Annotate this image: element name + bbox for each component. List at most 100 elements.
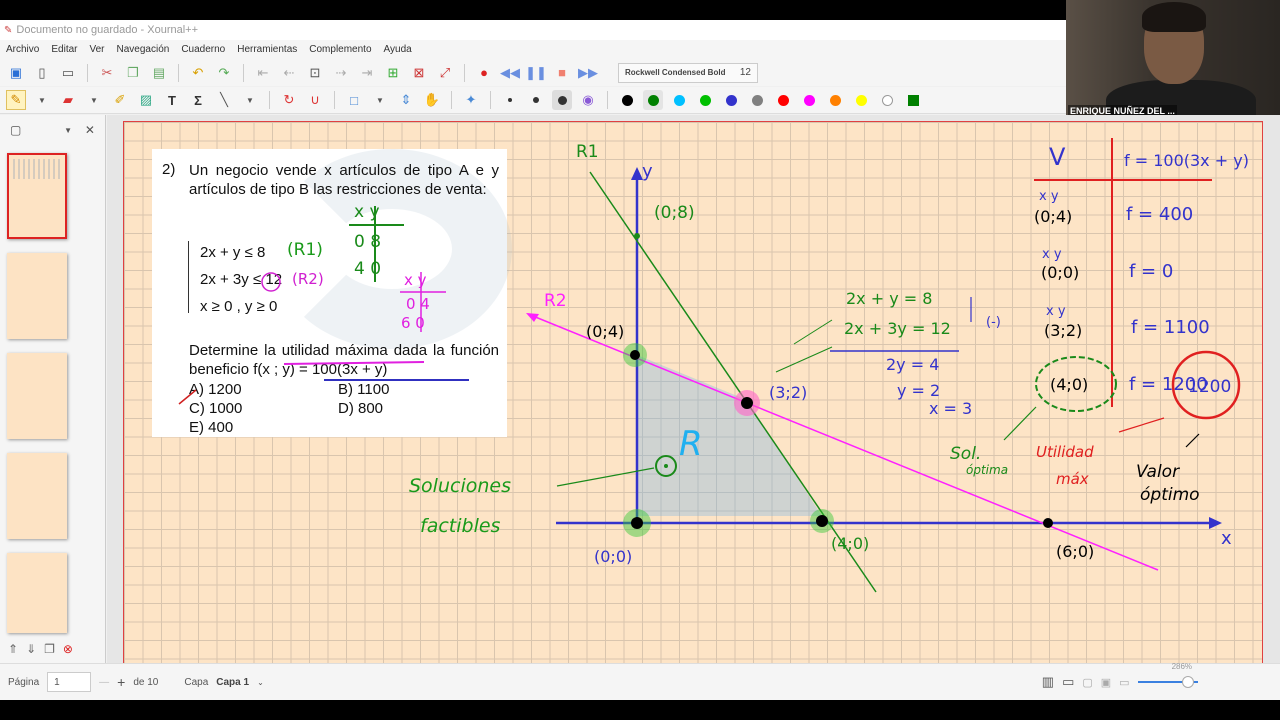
menu-complemento[interactable]: Complemento — [309, 44, 371, 55]
menu-herramientas[interactable]: Herramientas — [237, 44, 297, 55]
chevron-down-icon[interactable]: ▼ — [64, 126, 72, 135]
color-magenta[interactable] — [799, 90, 819, 110]
font-selector[interactable]: Rockwell Condensed Bold 12 — [618, 62, 758, 83]
status-bar: Página 1 — + de 10 Capa Capa 1 ⌄ ▥ ▭ ▢ ▣… — [0, 662, 1280, 700]
fullscreen-icon[interactable]: ⤢ — [435, 63, 455, 83]
copy-icon[interactable]: ❐ — [123, 63, 143, 83]
pause-icon[interactable]: ❚❚ — [525, 63, 547, 83]
add-page-icon[interactable]: ⊞ — [383, 63, 403, 83]
stop-icon[interactable]: ■ — [552, 63, 572, 83]
paste-icon[interactable]: ▤ — [149, 63, 169, 83]
page-thumbnail-1[interactable] — [7, 153, 67, 239]
page-increment-icon[interactable]: + — [117, 674, 125, 690]
presentation-icon[interactable]: ▭ — [1062, 674, 1074, 690]
cut-icon[interactable]: ✂ — [97, 63, 117, 83]
chevron-down-icon[interactable]: ▼ — [240, 90, 260, 110]
color-lightblue[interactable] — [669, 90, 689, 110]
rewind-icon[interactable]: ◀◀ — [500, 63, 520, 83]
equation-2: 2x + 3y = 12 — [844, 319, 951, 338]
first-page-icon[interactable]: ⇤ — [253, 63, 273, 83]
equation-op: (-) — [986, 315, 1001, 330]
zoom-slider-handle[interactable] — [1181, 676, 1194, 688]
move-page-down-icon[interactable]: ⇓ — [26, 642, 36, 656]
last-page-icon[interactable]: ⇥ — [357, 63, 377, 83]
medium-pen-icon[interactable] — [526, 90, 546, 110]
color-green[interactable] — [643, 90, 663, 110]
page-layout-icon[interactable]: ▣ — [1101, 676, 1111, 689]
redo-icon[interactable]: ↷ — [214, 63, 234, 83]
lock-icon[interactable]: ▢ — [1082, 676, 1092, 689]
layer-selector[interactable]: Capa 1 — [216, 677, 249, 688]
equation-4: y = 2 — [897, 381, 940, 400]
ruler-icon[interactable]: ╲ — [214, 90, 234, 110]
menu-cuaderno[interactable]: Cuaderno — [181, 44, 225, 55]
separator — [243, 63, 244, 82]
open-folder-icon[interactable]: ▭ — [58, 63, 78, 83]
fill-icon[interactable]: ◉ — [578, 90, 598, 110]
menu-archivo[interactable]: Archivo — [6, 44, 39, 55]
chevron-down-icon[interactable]: ▼ — [370, 90, 390, 110]
separator — [490, 91, 491, 109]
menu-ayuda[interactable]: Ayuda — [384, 44, 412, 55]
page-number-input[interactable]: 1 — [47, 672, 92, 692]
color-white[interactable] — [877, 90, 897, 110]
color-orange[interactable] — [825, 90, 845, 110]
goto-page-icon[interactable]: ⊡ — [305, 63, 325, 83]
undo-icon[interactable]: ↶ — [188, 63, 208, 83]
close-icon[interactable]: ✕ — [85, 123, 95, 137]
sidebar-layout-icon[interactable]: ▢ — [10, 123, 21, 137]
canvas-area[interactable]: 2) Un negocio vende x artículos de tipo … — [107, 115, 1280, 663]
equation-3: 2y = 4 — [886, 355, 939, 374]
text-tool-icon[interactable]: T — [162, 90, 182, 110]
eraser-icon[interactable]: ▰ — [58, 90, 78, 110]
color-lightgreen[interactable] — [695, 90, 715, 110]
menu-editar[interactable]: Editar — [51, 44, 77, 55]
color-custom[interactable] — [903, 90, 923, 110]
label-r2: R2 — [544, 291, 567, 311]
page-thumbnail-2[interactable] — [7, 253, 67, 339]
thick-pen-icon[interactable] — [552, 90, 572, 110]
pen-icon[interactable]: ✎ — [6, 90, 26, 110]
snap-icon[interactable]: ∪ — [305, 90, 325, 110]
shape-recognizer-icon[interactable]: ↻ — [279, 90, 299, 110]
vertical-space-icon[interactable]: ⇕ — [396, 90, 416, 110]
page-label: Página — [8, 676, 40, 688]
chevron-down-icon[interactable]: ▼ — [84, 90, 104, 110]
color-red[interactable] — [773, 90, 793, 110]
save-icon[interactable]: ▣ — [6, 63, 26, 83]
hand-icon[interactable]: ✋ — [422, 90, 442, 110]
chevron-down-icon[interactable]: ⌄ — [257, 678, 264, 687]
new-document-icon[interactable]: ▯ — [32, 63, 52, 83]
color-black[interactable] — [617, 90, 637, 110]
delete-page-icon[interactable]: ⊠ — [409, 63, 429, 83]
zoom-slider[interactable]: 286% — [1137, 662, 1198, 689]
color-yellow[interactable] — [851, 90, 871, 110]
color-blue[interactable] — [721, 90, 741, 110]
page-decrement-icon[interactable]: — — [99, 677, 109, 688]
color-gray[interactable] — [747, 90, 767, 110]
select-rect-icon[interactable]: □ — [344, 90, 364, 110]
page-thumbnail-4[interactable] — [7, 453, 67, 539]
menu-ver[interactable]: Ver — [89, 44, 104, 55]
dual-page-icon[interactable]: ▥ — [1042, 674, 1054, 690]
delete-page-icon[interactable]: ⊗ — [63, 642, 73, 656]
previous-page-icon[interactable]: ⇠ — [279, 63, 299, 83]
move-page-up-icon[interactable]: ⇑ — [8, 642, 18, 656]
latex-icon[interactable]: Σ — [188, 90, 208, 110]
zoom-fit-icon[interactable]: ▭ — [1119, 676, 1129, 689]
page-thumbnail-3[interactable] — [7, 353, 67, 439]
highlighter-icon[interactable]: ✐ — [110, 90, 130, 110]
vtable-row1-point: (0;4) — [1034, 207, 1072, 226]
forward-icon[interactable]: ▶▶ — [578, 63, 598, 83]
notebook-page[interactable]: 2) Un negocio vende x artículos de tipo … — [123, 121, 1263, 663]
copy-page-icon[interactable]: ❐ — [44, 642, 55, 656]
menu-bar: Archivo Editar Ver Navegación Cuaderno H… — [0, 40, 1066, 59]
image-icon[interactable]: ▨ — [136, 90, 156, 110]
chevron-down-icon[interactable]: ▼ — [32, 90, 52, 110]
page-thumbnail-5[interactable] — [7, 553, 67, 633]
next-page-icon[interactable]: ⇢ — [331, 63, 351, 83]
thin-pen-icon[interactable] — [500, 90, 520, 110]
menu-navegacion[interactable]: Navegación — [117, 44, 170, 55]
default-tool-icon[interactable]: ✦ — [461, 90, 481, 110]
record-icon[interactable]: ● — [474, 63, 494, 83]
